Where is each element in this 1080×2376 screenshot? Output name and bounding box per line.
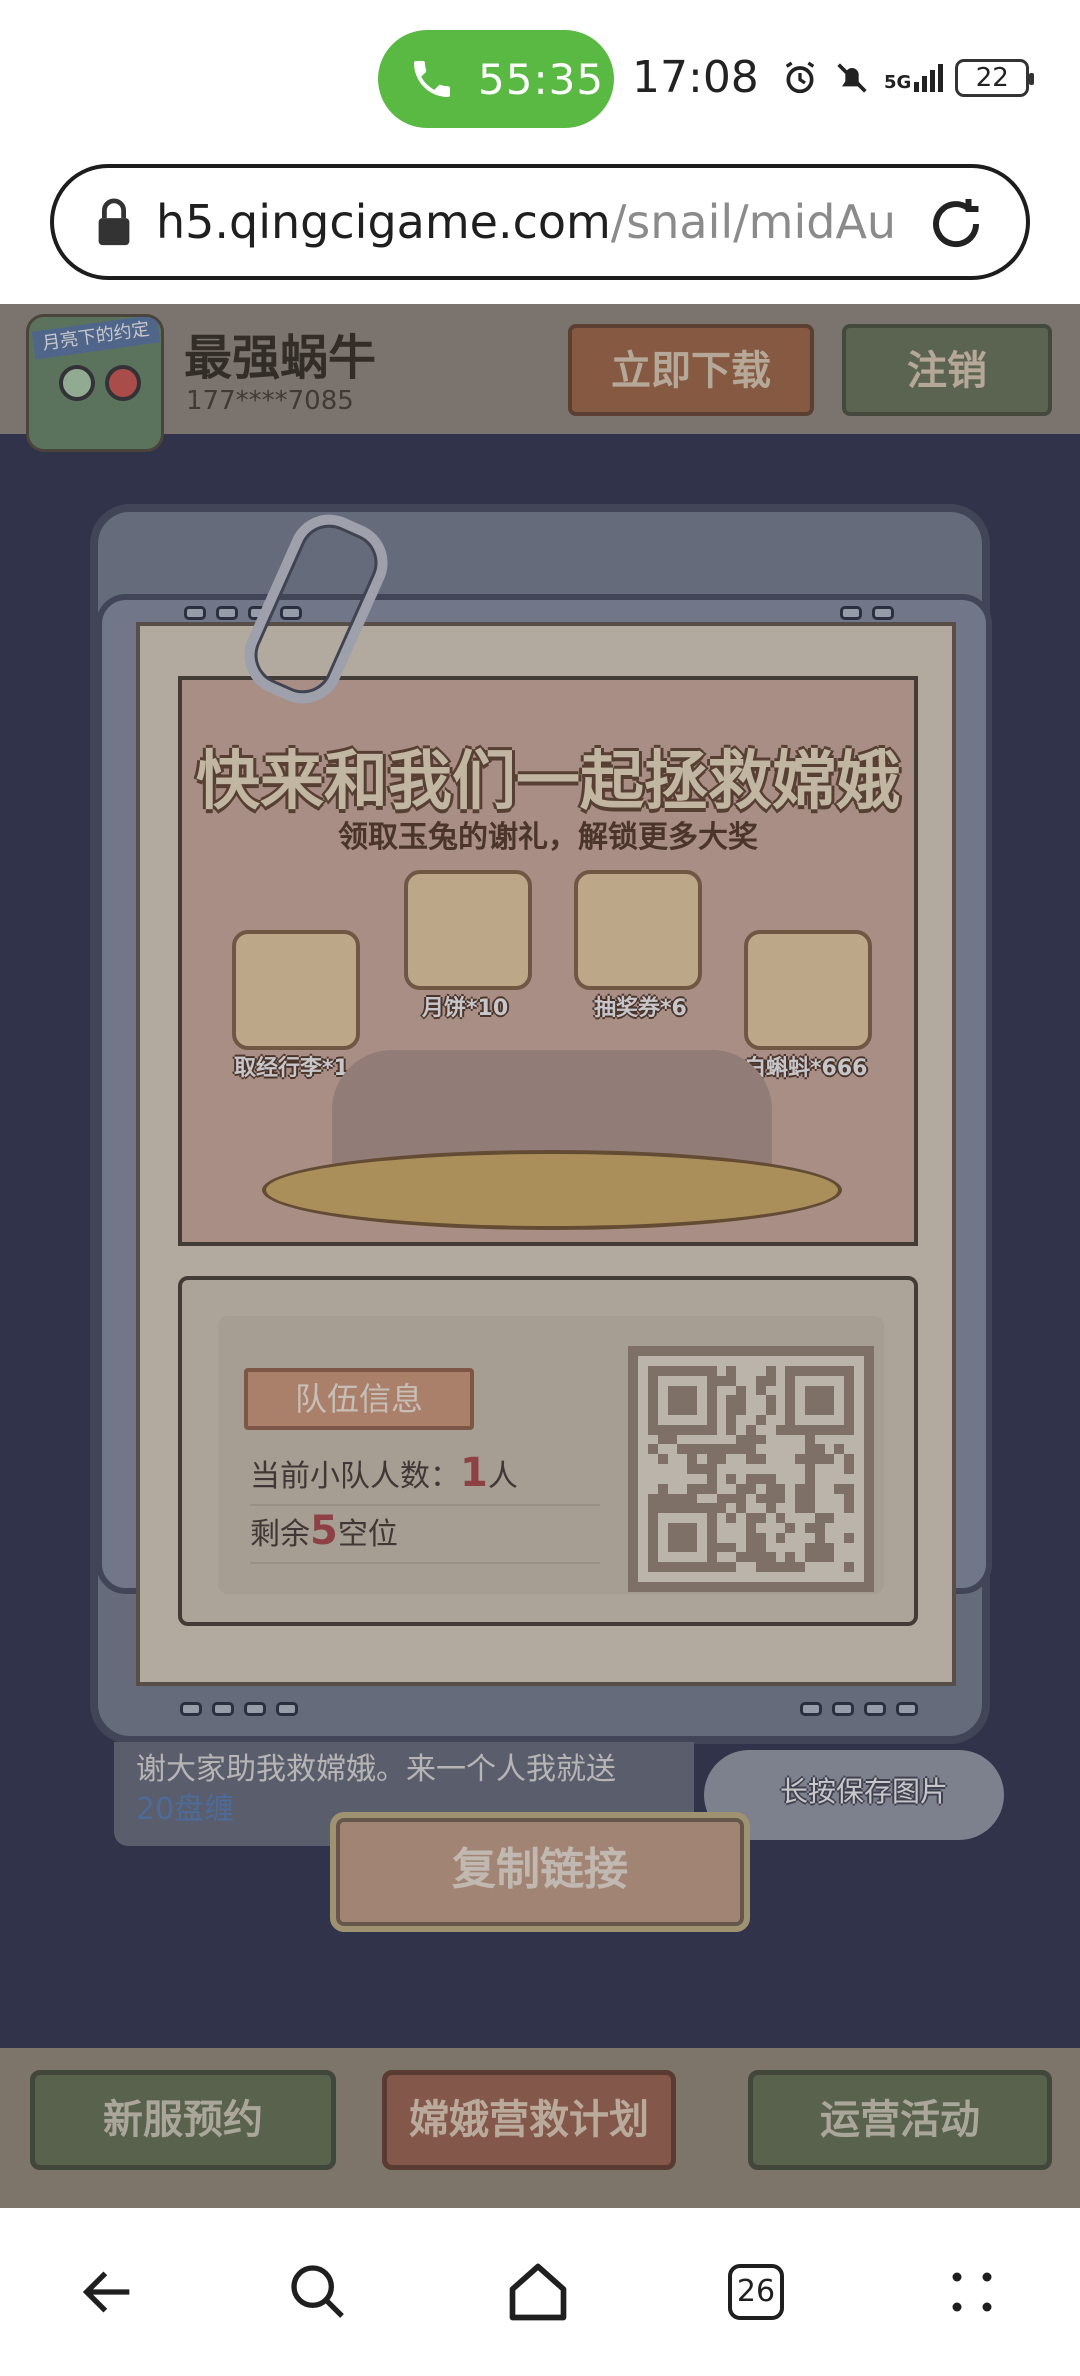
battery-indicator: 22 [955,59,1035,97]
copy-link-button[interactable]: 复制链接 [330,1812,750,1932]
status-icons: 5G 22 [780,50,1035,106]
promo-title: 快来和我们一起拯救嫦娥 [196,745,900,819]
game-bottom-tabs: 新服预约 嫦娥营救计划 运营活动 [0,2048,1080,2208]
reward-luggage-label: 取经行李*1 [234,1056,349,1081]
save-image-hint: 长按保存图片 [780,1775,949,1808]
reward-ticket [574,870,702,990]
menu-dots-icon[interactable] [932,2252,1012,2332]
browser-nav-bar: 26 [0,2208,1080,2376]
team-remaining-prefix: 剩余 [250,1517,310,1552]
team-remaining-line: 剩余5空位 [250,1508,600,1564]
logout-button[interactable]: 注销 [842,324,1052,416]
avatar-banner: 月亮下的约定 [31,317,161,360]
search-icon[interactable] [278,2252,358,2332]
promo-subtitle: 领取玉兔的谢礼，解锁更多大奖 [338,820,758,855]
team-members-line: 当前小队人数：1人 [250,1450,600,1506]
game-title: 最强蜗牛 [184,330,377,386]
tabs-count: 26 [728,2264,784,2320]
download-button[interactable]: 立即下载 [568,324,814,416]
call-indicator[interactable]: 55:35 [378,30,614,128]
team-members-prefix: 当前小队人数： [250,1459,460,1494]
frame-dots-top-right [840,606,894,620]
reward-tadpole [744,930,872,1050]
team-info-badge: 队伍信息 [244,1368,474,1430]
home-icon[interactable] [498,2252,578,2332]
address-bar[interactable]: h5.qingcigame.com/snail/midAutu [50,164,1030,280]
reward-ticket-label: 抽奖券*6 [594,996,687,1021]
reward-mooncake-label: 月饼*10 [422,996,509,1021]
team-info-card: 队伍信息 当前小队人数：1人 剩余5空位 [178,1276,918,1626]
tabs-button[interactable]: 26 [716,2252,796,2332]
team-members-suffix: 人 [487,1459,518,1494]
frame-dots-bottom-right [800,1702,918,1716]
game-header: 月亮下的约定 最强蜗牛 177****7085 立即下载 注销 [0,304,1080,452]
url-host: h5.qingcigame.com [156,195,611,249]
tab-new-server[interactable]: 新服预约 [30,2070,336,2170]
tab-operations[interactable]: 运营活动 [748,2070,1052,2170]
share-message-highlight: 20盘缠 [136,1792,235,1827]
alarm-icon [785,61,815,94]
tab-rescue-plan[interactable]: 嫦娥营救计划 [382,2070,676,2170]
reload-icon[interactable] [926,194,986,254]
frame-dots-bottom [180,1702,298,1716]
reward-mooncake [404,870,532,990]
team-members-count: 1 [460,1450,488,1496]
qr-code[interactable] [628,1346,874,1592]
call-timer: 55:35 [478,54,605,104]
signal-indicator: 5G [884,64,944,92]
promo-banner: 快来和我们一起拯救嫦娥 领取玉兔的谢礼，解锁更多大奖 取经行李*1 月饼*10 … [178,676,918,1246]
web-page: 月亮下的约定 最强蜗牛 177****7085 立即下载 注销 快来和我们一起拯… [0,304,1080,2208]
game-avatar: 月亮下的约定 [26,314,164,452]
user-phone: 177****7085 [186,386,354,416]
gift-stage [262,1150,842,1230]
team-remaining-count: 5 [310,1508,338,1554]
lock-icon [98,198,130,246]
clock: 17:08 [632,52,759,103]
reward-luggage [232,930,360,1050]
url-text[interactable]: h5.qingcigame.com/snail/midAutu [156,195,896,249]
phone-icon [400,47,464,111]
back-arrow-icon[interactable] [68,2252,148,2332]
share-message-text: 谢大家助我救嫦娥。来一个人我就送 [136,1752,616,1787]
url-path: /snail/midAutu [610,195,896,249]
team-remaining-suffix: 空位 [337,1517,398,1552]
mute-icon [837,63,867,93]
status-bar: 55:35 17:08 5G 22 [0,0,1080,150]
